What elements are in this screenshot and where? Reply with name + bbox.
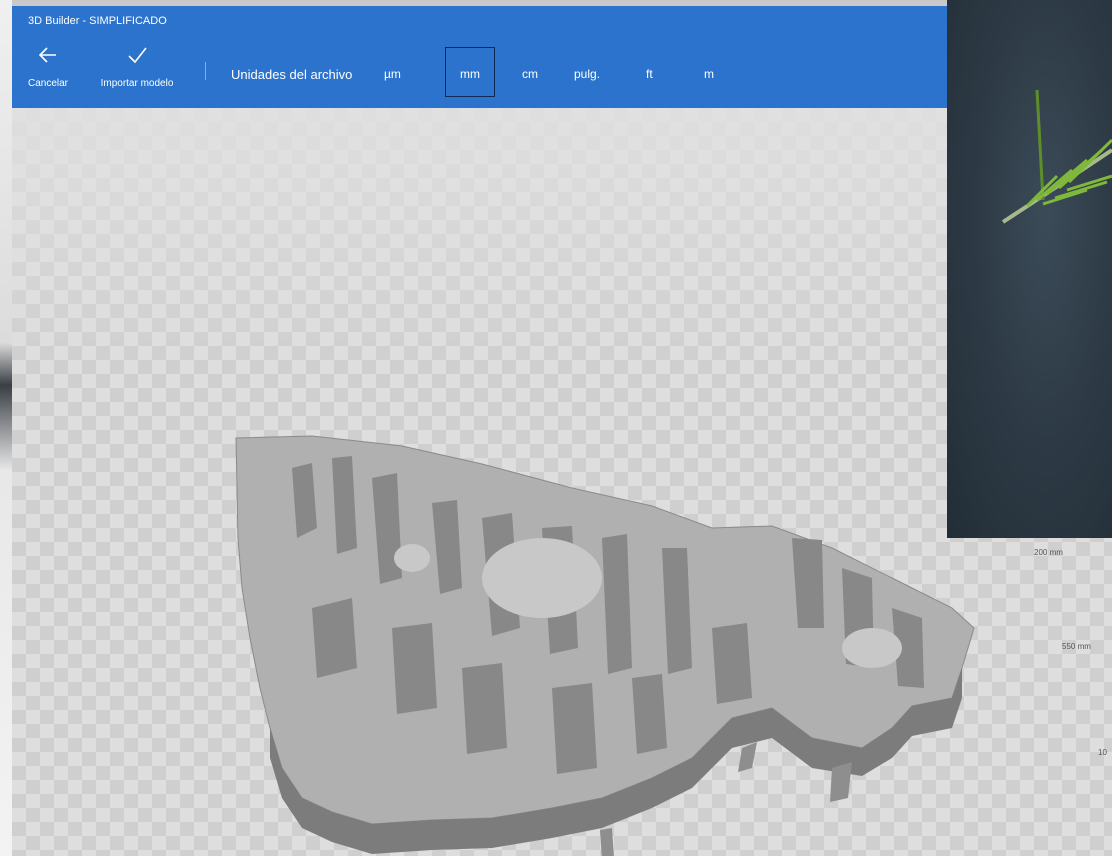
dimension-label-middle: 550 mm xyxy=(1062,642,1091,651)
unit-option-cm[interactable]: cm xyxy=(522,67,538,81)
unit-option-um[interactable]: µm xyxy=(384,67,401,81)
unit-option-mm-selected[interactable]: mm xyxy=(445,47,495,97)
units-label: Unidades del archivo xyxy=(231,67,353,82)
unit-option-pulg[interactable]: pulg. xyxy=(574,67,600,81)
window-title: 3D Builder - SIMPLIFICADO xyxy=(28,15,167,27)
dimension-label-top: 200 mm xyxy=(1034,548,1063,557)
unit-option-ft[interactable]: ft xyxy=(646,67,653,81)
overlapping-photo xyxy=(947,0,1112,538)
unit-option-m[interactable]: m xyxy=(704,67,714,81)
toolbar-separator xyxy=(205,62,206,80)
arrow-left-icon xyxy=(18,44,78,74)
unit-option-mm-label: mm xyxy=(460,67,480,81)
dimension-label-bottom: 10 xyxy=(1098,748,1107,757)
checkmark-icon xyxy=(86,44,188,74)
import-model-label: Importar modelo xyxy=(100,78,174,89)
cancel-label: Cancelar xyxy=(27,78,69,89)
import-model-button[interactable]: Importar modelo xyxy=(86,44,188,102)
desktop-background-strip xyxy=(0,0,12,856)
cancel-button[interactable]: Cancelar xyxy=(18,44,78,102)
rosemary-sprig-image xyxy=(1001,89,1112,224)
